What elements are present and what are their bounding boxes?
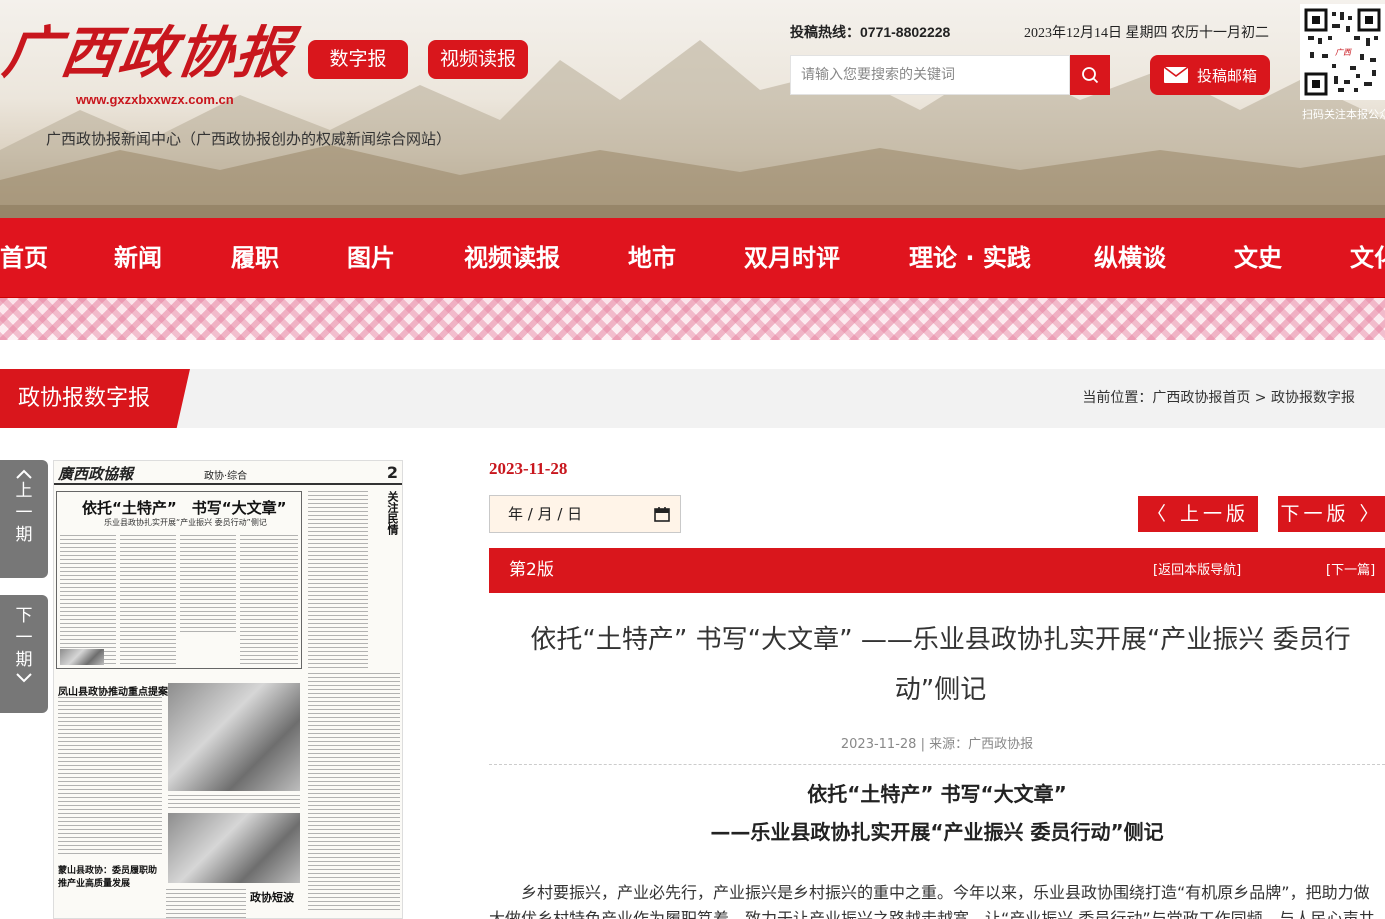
nav-discussion[interactable]: 纵横谈	[1094, 218, 1166, 298]
next-issue-char-1: 下	[15, 606, 33, 626]
site-url: www.gxzxbxxwzx.com.cn	[76, 92, 234, 107]
current-date: 2023年12月14日 星期四 农历十一月初二	[1024, 26, 1269, 41]
paper-photo	[60, 649, 104, 665]
nav-home[interactable]: 首页	[0, 218, 48, 298]
previous-page-button[interactable]: 〈 上一版	[1138, 496, 1258, 532]
paper-sub-headline[interactable]: 蒙山县政协：委员履职助推产业高质量发展	[58, 863, 162, 889]
paper-photo	[168, 683, 300, 791]
nav-history[interactable]: 文史	[1234, 218, 1282, 298]
submission-email-label: 投稿邮箱	[1196, 66, 1257, 85]
envelope-icon	[1163, 66, 1189, 83]
chevron-up-icon	[16, 469, 32, 479]
next-issue-button[interactable]: 下 一 期	[0, 595, 48, 713]
paper-section: 政协·综合	[204, 471, 248, 482]
nav-cities[interactable]: 地市	[628, 218, 676, 298]
search-input[interactable]: 请输入您要搜索的关键词	[790, 55, 1070, 95]
nav-video-read[interactable]: 视频读报	[464, 218, 560, 298]
paper-text-block	[58, 697, 162, 857]
qr-caption: 扫码关注本报公众	[1302, 108, 1385, 121]
paper-rule	[54, 483, 402, 485]
back-to-edition-link[interactable]: [返回本版导航]	[1153, 548, 1241, 593]
search-button[interactable]	[1070, 55, 1110, 95]
nav-pictures[interactable]: 图片	[347, 218, 395, 298]
hotline: 投稿热线：0771-8802228	[790, 24, 951, 40]
article-title: 依托“土特产” 书写“大文章” ——乐业县政协扎实开展“产业振兴 委员行动”侧记	[530, 625, 1351, 705]
nav-duty[interactable]: 履职	[231, 218, 279, 298]
nav-news[interactable]: 新闻	[114, 218, 162, 298]
svg-text:广西: 广西	[1335, 48, 1353, 57]
paper-vertical-headline: 关注民情	[386, 491, 399, 535]
site-description: 广西政协报新闻中心（广西政协报创办的权威新闻综合网站）	[46, 130, 452, 148]
edition-label: 第2版	[509, 560, 554, 580]
paper-headline[interactable]: 依托“土特产” 书写“大文章”	[82, 497, 286, 518]
digital-paper-button[interactable]: 数字报	[308, 40, 408, 79]
paper-caption-block	[168, 795, 300, 809]
date-picker[interactable]: 年 / 月 / 日	[489, 495, 681, 533]
paper-text-block	[166, 889, 246, 918]
chevron-down-icon	[16, 673, 32, 683]
submission-email-button[interactable]: 投稿邮箱	[1150, 55, 1270, 95]
section-title: 政协报数字报	[0, 369, 190, 428]
date-picker-value: 年 / 月 / 日	[508, 505, 583, 523]
paper-page-number: 2	[386, 463, 398, 482]
paper-text-block	[308, 491, 368, 671]
nav-culture[interactable]: 文化	[1350, 218, 1385, 298]
search-icon	[1082, 67, 1099, 84]
newspaper-page[interactable]: 廣西政協報 政协·综合 2 依托“土特产” 书写“大文章” 乐业县政协扎实开展“…	[53, 460, 403, 919]
paper-text-block	[60, 535, 116, 665]
paper-text-block	[308, 673, 400, 913]
section-bar: 政协报数字报 当前位置：广西政协报首页 > 政协报数字报	[0, 369, 1385, 428]
edition-bar: 第2版 [返回本版导航] [下一篇]	[489, 548, 1385, 593]
nav-bimonthly[interactable]: 双月时评	[744, 218, 840, 298]
publication-date: 2023-11-28	[489, 459, 568, 478]
next-issue-char-3: 期	[15, 650, 33, 670]
prev-issue-char-3: 期	[15, 525, 33, 545]
article-heading: 依托“土特产” 书写“大文章”	[807, 782, 1067, 806]
qr-code: 广西	[1300, 4, 1385, 100]
video-read-button[interactable]: 视频读报	[428, 40, 528, 79]
qr-code-icon: 广西	[1304, 8, 1381, 96]
prev-issue-char-2: 一	[15, 503, 33, 523]
paper-logo: 廣西政協報	[58, 465, 134, 483]
calendar-icon[interactable]	[654, 506, 670, 522]
previous-issue-button[interactable]: 上 一 期	[0, 460, 48, 578]
decorative-pattern	[0, 298, 1385, 340]
paper-text-block	[180, 535, 236, 635]
paper-briefs-title: 政协短波	[250, 891, 294, 904]
nav-theory-practice[interactable]: 理论 · 实践	[909, 218, 1031, 298]
prev-issue-char-1: 上	[15, 481, 33, 501]
divider	[489, 764, 1385, 765]
article-body: 乡村要振兴，产业必先行，产业振兴是乡村振兴的重中之重。今年以来，乐业县政协围绕打…	[489, 883, 1375, 919]
breadcrumb[interactable]: 当前位置：广西政协报首页 > 政协报数字报	[1082, 369, 1355, 428]
paper-photo	[168, 813, 300, 883]
site-logo[interactable]: 广西政协报	[0, 8, 300, 89]
site-header: 广西政协报 www.gxzxbxxwzx.com.cn 广西政协报新闻中心（广西…	[0, 0, 1385, 218]
main-nav: 首页 新闻 履职 图片 视频读报 地市 双月时评 理论 · 实践 纵横谈 文史 …	[0, 218, 1385, 298]
next-article-link[interactable]: [下一篇]	[1326, 548, 1375, 593]
article-subheading: ——乐业县政协扎实开展“产业振兴 委员行动”侧记	[710, 820, 1164, 844]
next-page-button[interactable]: 下一版 〉	[1278, 496, 1385, 532]
paper-subhead: 乐业县政协扎实开展“产业振兴 委员行动”侧记	[104, 518, 267, 527]
next-issue-char-2: 一	[15, 628, 33, 648]
paper-text-block	[120, 535, 176, 665]
paper-text-block	[240, 535, 298, 665]
article-meta: 2023-11-28 | 来源：广西政协报	[840, 737, 1034, 752]
